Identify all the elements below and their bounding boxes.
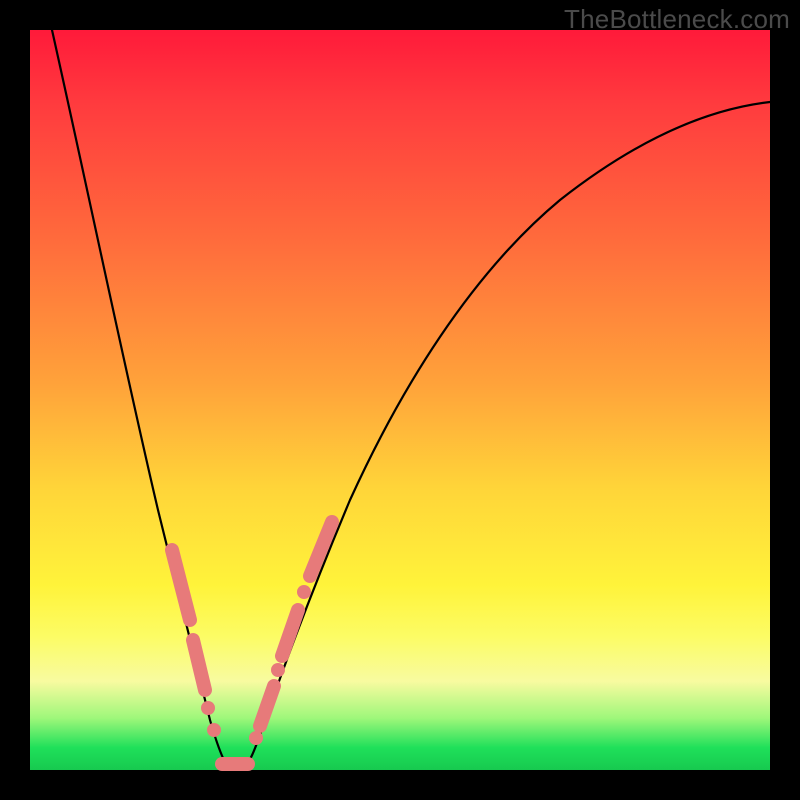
bottleneck-curve: [52, 30, 770, 768]
curve-svg: [30, 30, 770, 770]
marker-dot: [249, 731, 263, 745]
marker-dot: [297, 585, 311, 599]
marker-dot: [201, 701, 215, 715]
marker-seg: [193, 640, 205, 690]
marker-seg: [282, 610, 298, 656]
chart-canvas: TheBottleneck.com: [0, 0, 800, 800]
curve-highlight-markers: [172, 522, 332, 764]
marker-dot: [207, 723, 221, 737]
marker-seg: [172, 550, 190, 620]
marker-dot: [271, 663, 285, 677]
plot-area: [30, 30, 770, 770]
marker-seg: [260, 686, 274, 726]
